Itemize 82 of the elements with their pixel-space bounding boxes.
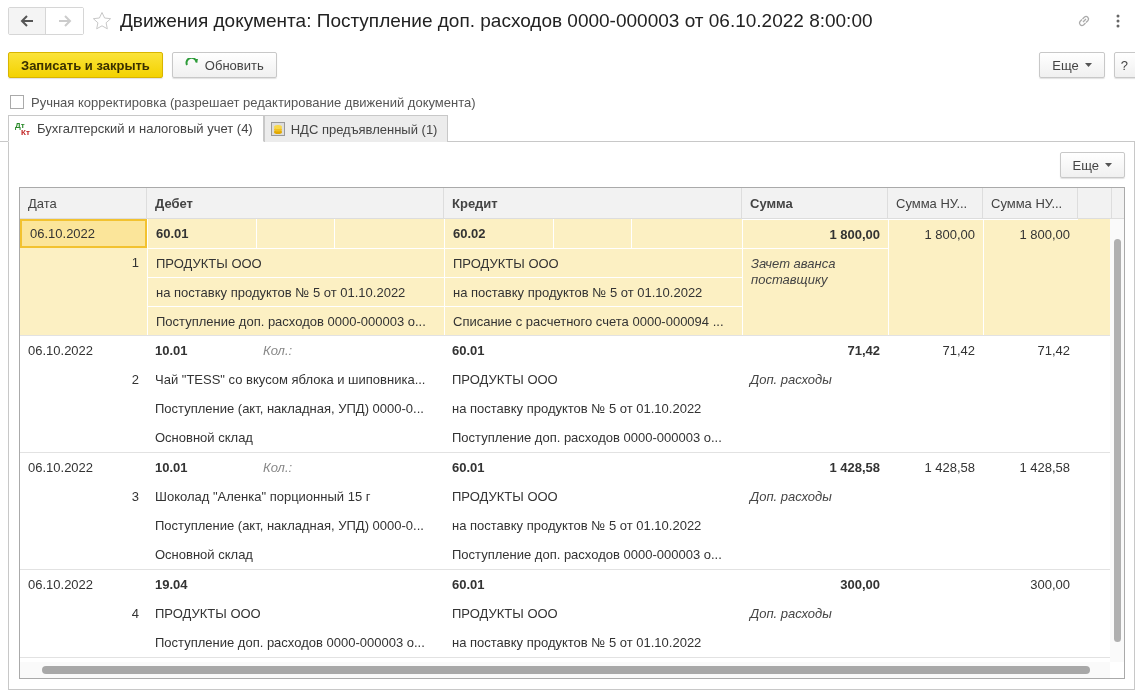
table-cell-text: Поступление доп. расходов 0000-000003 о... [154, 634, 426, 652]
table-cell-text: Основной склад [154, 546, 254, 564]
coins-icon [270, 122, 285, 136]
refresh-button[interactable]: Обновить [171, 52, 277, 78]
account-code: 10.01 [155, 460, 188, 475]
table-cell-text: 71,42 [846, 342, 881, 360]
table-cell-text: 06.10.2022 [27, 342, 95, 360]
column-header[interactable]: Дата [20, 188, 147, 218]
more-button[interactable]: Еще [1059, 152, 1125, 178]
forward-arrow-icon [57, 15, 72, 27]
table-cell-text: 2 [130, 371, 140, 389]
table-cell-text: 1 428,58 [1018, 459, 1071, 477]
table-cell-text: Поступление доп. расходов 0000-000003 о... [451, 546, 723, 564]
table-cell: Поступление доп. расходов 0000-000003 о... [147, 306, 444, 335]
table-cell: 1 800,00 [983, 219, 1078, 335]
table-cell-text: на поставку продуктов № 5 от 01.10.2022 [451, 634, 703, 652]
table-cell-text: на поставку продуктов № 5 от 01.10.2022 [451, 400, 703, 418]
table-cell-text: ПРОДУКТЫ ООО [154, 605, 262, 623]
table-cell: Списание с расчетного счета 0000-000094 ... [444, 306, 742, 335]
table-cell-text: 4 [130, 605, 140, 623]
account-code: 60.01 [452, 577, 485, 592]
table-cell-text: Шоколад "Аленка" порционный 15 г [154, 488, 372, 506]
quantity-label: Кол.: [263, 460, 293, 475]
table-cell-text: 300,00 [839, 576, 881, 594]
more-button[interactable]: Еще [1039, 52, 1105, 78]
table-cell-text: 71,42 [941, 342, 976, 360]
table-cell-text: Поступление доп. расходов 0000-000003 о... [451, 429, 723, 447]
table-row[interactable] [20, 219, 1110, 336]
column-header[interactable]: Сумма НУ... [888, 188, 983, 218]
account-code: 60.01 [452, 460, 485, 475]
account-code: 60.01 [156, 226, 189, 241]
table-cell-text: на поставку продуктов № 5 от 01.10.2022 [451, 517, 703, 535]
table-cell: 1 800,00 [888, 219, 983, 335]
save-and-close-button[interactable]: Записать и закрыть [8, 52, 163, 78]
vertical-scrollbar[interactable] [1110, 219, 1124, 662]
table-cell-text: Поступление (акт, накладная, УПД) 0000-0... [154, 400, 425, 418]
table-cell: 1 800,00 [742, 219, 888, 248]
account-code: 60.01 [452, 343, 485, 358]
table-cell: на поставку продуктов № 5 от 01.10.2022 [444, 277, 742, 306]
table-cell-text: 1 428,58 [828, 459, 881, 477]
column-header[interactable]: Кредит [444, 188, 742, 218]
table-cell-text: 1 [130, 254, 140, 272]
help-button[interactable]: ? [1113, 52, 1135, 78]
back-arrow-icon [20, 15, 34, 27]
table-cell-text: Чай "TESS" со вкусом яблока и шиповника... [154, 371, 427, 389]
table-cell: Зачет аванса поставщику [742, 248, 888, 335]
caret-icon [1084, 63, 1092, 67]
table-cell-text: ПРОДУКТЫ ООО [451, 605, 559, 623]
table-cell-text: 06.10.2022 [27, 576, 95, 594]
table-cell-text: Доп. расходы [748, 371, 833, 389]
quantity-label: Кол.: [263, 343, 293, 358]
column-header[interactable]: Сумма НУ... [983, 188, 1078, 218]
column-header[interactable]: Сумма [742, 188, 888, 218]
debit-credit-icon: Дт Кт [15, 121, 31, 136]
table-cell-text: 06.10.2022 [27, 459, 95, 477]
back-button[interactable] [9, 8, 46, 34]
table-cell: ПРОДУКТЫ ООО [444, 248, 742, 277]
tab[interactable]: Дт Кт Бухгалтерский и налоговый учет (4) [8, 115, 264, 142]
table-cell-text: 3 [130, 488, 140, 506]
horizontal-scrollbar[interactable] [20, 662, 1110, 678]
table-cell-text: Доп. расходы [748, 488, 833, 506]
column-header[interactable]: Дебет [147, 188, 444, 218]
tab[interactable]: НДС предъявленный (1) [263, 115, 449, 142]
table-cell-text: 71,42 [1036, 342, 1071, 360]
star-icon[interactable] [92, 11, 112, 31]
caret-icon [1105, 163, 1112, 167]
account-code: 60.02 [453, 226, 486, 241]
table-cell-text: Доп. расходы [748, 605, 833, 623]
table-cell: 06.10.2022 [20, 219, 147, 248]
table-cell-text: Основной склад [154, 429, 254, 447]
account-code: 10.01 [155, 343, 188, 358]
checkbox-label: Ручная корректировка (разрешает редактирование движений документа) [31, 94, 476, 110]
window-title: Движения документа: Поступление доп. расходов 0000-000003 от 06.10.2022 8:00:00 [120, 10, 874, 32]
checkbox[interactable] [10, 95, 24, 109]
account-code: 19.04 [155, 577, 188, 592]
table-cell-text: 1 428,58 [923, 459, 976, 477]
table-cell-text: Поступление (акт, накладная, УПД) 0000-0... [154, 517, 425, 535]
table-cell-text: ПРОДУКТЫ ООО [451, 488, 559, 506]
table-cell: на поставку продуктов № 5 от 01.10.2022 [147, 277, 444, 306]
table-cell: ПРОДУКТЫ ООО [147, 248, 444, 277]
table-cell-text: ПРОДУКТЫ ООО [451, 371, 559, 389]
table-cell-text: 300,00 [1029, 576, 1071, 594]
